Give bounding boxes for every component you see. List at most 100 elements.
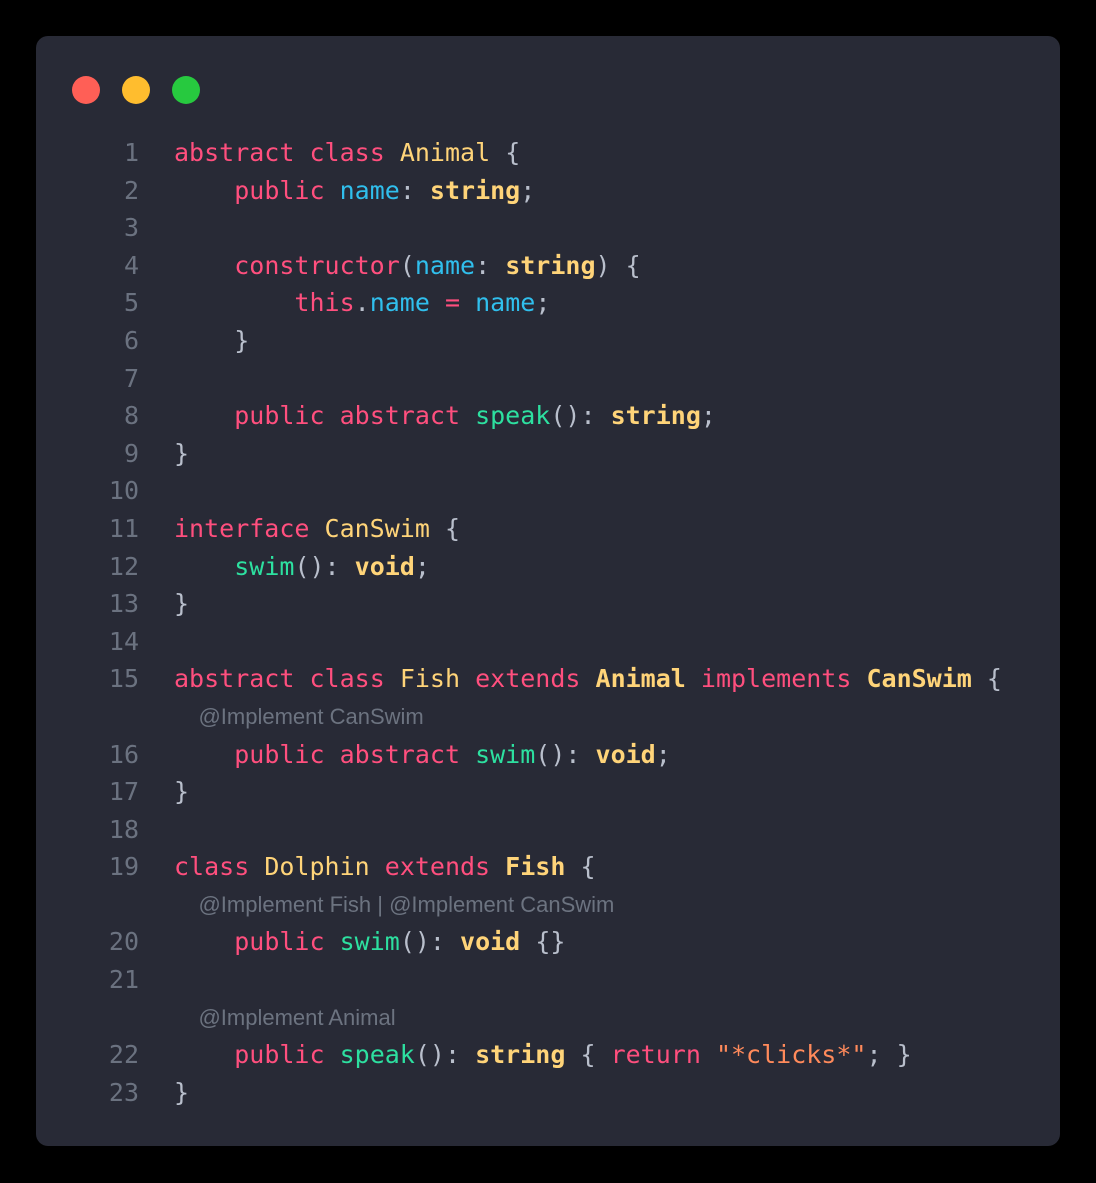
- code-annotation-line: @Implement Fish | @Implement CanSwim: [36, 886, 1060, 924]
- code-token: class: [309, 664, 385, 694]
- code-token: {: [580, 852, 596, 882]
- code-annotation-line: @Implement Animal: [36, 999, 1060, 1037]
- line-number: 22: [108, 1040, 139, 1070]
- line-number: 1: [123, 138, 139, 167]
- code-token: =: [444, 288, 461, 318]
- code-token: {: [580, 1040, 596, 1070]
- code-token: Dolphin: [264, 852, 370, 882]
- code-line[interactable]: 9}: [36, 435, 1060, 473]
- code-line[interactable]: 5 this.name = name;: [36, 284, 1060, 322]
- code-line-content[interactable]: constructor(name: string) {: [139, 247, 640, 285]
- code-token: ;: [700, 401, 716, 431]
- code-line-content[interactable]: public abstract speak(): string;: [139, 397, 716, 435]
- code-line[interactable]: 6 }: [36, 322, 1060, 360]
- minimize-window-dot-icon[interactable]: [122, 76, 150, 104]
- code-token: extends: [384, 852, 491, 882]
- code-token: {: [505, 138, 521, 167]
- code-token: name: [339, 175, 400, 205]
- code-token: (: [399, 250, 415, 280]
- code-line[interactable]: 14: [36, 623, 1060, 661]
- code-line[interactable]: 2 public name: string;: [36, 172, 1060, 210]
- code-line[interactable]: 7: [36, 360, 1060, 398]
- code-line[interactable]: 3: [36, 209, 1060, 247]
- code-line[interactable]: 10: [36, 472, 1060, 510]
- maximize-window-dot-icon[interactable]: [172, 76, 200, 104]
- line-number: 6: [123, 325, 139, 355]
- code-line-content[interactable]: swim(): void;: [139, 548, 430, 586]
- code-line[interactable]: 8 public abstract speak(): string;: [36, 397, 1060, 435]
- code-line-content[interactable]: this.name = name;: [139, 284, 550, 322]
- code-token: public: [234, 401, 325, 431]
- code-line[interactable]: 17}: [36, 773, 1060, 811]
- code-line[interactable]: 19 class Dolphin extends Fish {: [36, 848, 1060, 886]
- code-annotation-line: @Implement CanSwim: [36, 698, 1060, 736]
- line-number: 15: [108, 664, 139, 694]
- code-token: public: [234, 927, 325, 957]
- code-line-content[interactable]: }: [139, 322, 249, 360]
- code-token: return: [610, 1040, 701, 1070]
- code-line-content[interactable]: abstract class Animal {: [139, 134, 520, 172]
- code-token: public: [234, 175, 325, 205]
- code-line[interactable]: 1 abstract class Animal {: [36, 134, 1060, 172]
- code-line-content[interactable]: }: [139, 585, 189, 623]
- code-token: abstract: [339, 739, 461, 769]
- code-line[interactable]: 13}: [36, 585, 1060, 623]
- line-number: 14: [108, 626, 139, 656]
- code-line[interactable]: 22 public speak(): string { return "*cli…: [36, 1036, 1060, 1074]
- code-line-content[interactable]: }: [139, 435, 189, 473]
- code-line[interactable]: 23}: [36, 1074, 1060, 1112]
- code-line-content[interactable]: public swim(): void {}: [139, 923, 565, 961]
- code-token: ;: [655, 739, 671, 769]
- code-token: abstract: [174, 138, 295, 167]
- annotation-text: @Implement Animal: [174, 1004, 396, 1030]
- code-line[interactable]: 11 interface CanSwim {: [36, 510, 1060, 548]
- code-token: public: [234, 739, 325, 769]
- close-window-dot-icon[interactable]: [72, 76, 100, 104]
- code-line-content[interactable]: public speak(): string { return "*clicks…: [139, 1036, 911, 1074]
- code-token: speak: [475, 401, 551, 431]
- code-line[interactable]: 15 abstract class Fish extends Animal imp…: [36, 660, 1060, 698]
- code-token: ;: [866, 1040, 897, 1070]
- code-line[interactable]: 18: [36, 811, 1060, 849]
- code-line-content[interactable]: class Dolphin extends Fish {: [139, 848, 596, 886]
- code-token: {}: [535, 927, 566, 957]
- code-line[interactable]: 21: [36, 961, 1060, 999]
- code-token: abstract: [174, 664, 295, 694]
- code-line-content[interactable]: abstract class Fish extends Animal imple…: [139, 660, 1002, 698]
- code-token: implements: [700, 664, 852, 694]
- code-editor-area[interactable]: 1 abstract class Animal {2 public name: s…: [36, 134, 1060, 1146]
- code-line[interactable]: 4 constructor(name: string) {: [36, 247, 1060, 285]
- code-token: }: [234, 325, 250, 355]
- code-token: ():: [294, 551, 355, 581]
- code-token: ():: [414, 1040, 476, 1070]
- code-line-content[interactable]: }: [139, 1074, 189, 1112]
- code-token: }: [174, 777, 190, 807]
- code-token: }: [174, 589, 190, 619]
- code-line-content[interactable]: public abstract swim(): void;: [139, 736, 671, 774]
- code-token: speak: [339, 1040, 415, 1070]
- code-line-content[interactable]: public name: string;: [139, 172, 535, 210]
- line-number: 16: [108, 739, 139, 769]
- code-line[interactable]: 20 public swim(): void {}: [36, 923, 1060, 961]
- code-token: swim: [475, 739, 536, 769]
- code-token: ():: [550, 401, 611, 431]
- code-line-content[interactable]: }: [139, 773, 189, 811]
- code-line-content[interactable]: interface CanSwim {: [139, 510, 460, 548]
- code-line[interactable]: 12 swim(): void;: [36, 548, 1060, 586]
- code-line[interactable]: 16 public abstract swim(): void;: [36, 736, 1060, 774]
- code-token: Animal: [399, 138, 491, 167]
